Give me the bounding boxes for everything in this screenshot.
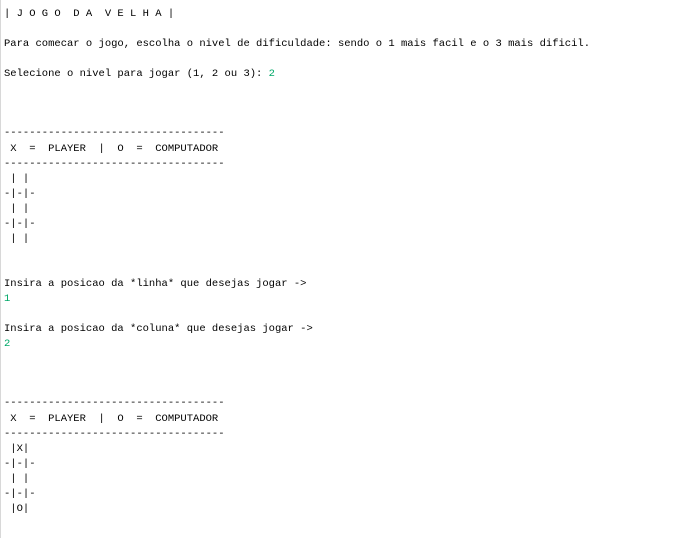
board2-row-2: -|-|-: [4, 458, 36, 470]
board1-row-1: | |: [4, 173, 30, 185]
game-title: | J O G O D A V E L H A |: [4, 8, 175, 20]
col-input: 2: [4, 338, 11, 350]
board2-row-1: |X|: [4, 443, 30, 455]
board2-separator-bottom: -----------------------------------: [4, 428, 225, 440]
board2-legend: X = PLAYER | O = COMPUTADOR: [4, 413, 219, 425]
board2-row-5: |O|: [4, 503, 30, 515]
board1-row-2: -|-|-: [4, 188, 36, 200]
board1-separator-bottom: -----------------------------------: [4, 158, 225, 170]
console-output[interactable]: | J O G O D A V E L H A | Para comecar o…: [0, 0, 697, 538]
board2-separator-top: -----------------------------------: [4, 397, 225, 409]
level-input: 2: [268, 68, 275, 80]
board1-separator-top: -----------------------------------: [4, 127, 225, 139]
row-input: 1: [4, 293, 11, 305]
board2-row-3: | |: [4, 473, 30, 485]
board1-row-5: | |: [4, 233, 30, 245]
row-prompt: Insira a posicao da *linha* que desejas …: [4, 278, 307, 290]
board1-row-3: | |: [4, 203, 30, 215]
board1-row-4: -|-|-: [4, 218, 36, 230]
board2-row-4: -|-|-: [4, 488, 36, 500]
level-prompt: Selecione o nivel para jogar (1, 2 ou 3)…: [4, 68, 269, 80]
level-prompt-line: Selecione o nivel para jogar (1, 2 ou 3)…: [4, 67, 275, 82]
intro-text: Para comecar o jogo, escolha o nivel de …: [4, 38, 590, 50]
col-prompt: Insira a posicao da *coluna* que desejas…: [4, 323, 313, 335]
board1-legend: X = PLAYER | O = COMPUTADOR: [4, 143, 219, 155]
